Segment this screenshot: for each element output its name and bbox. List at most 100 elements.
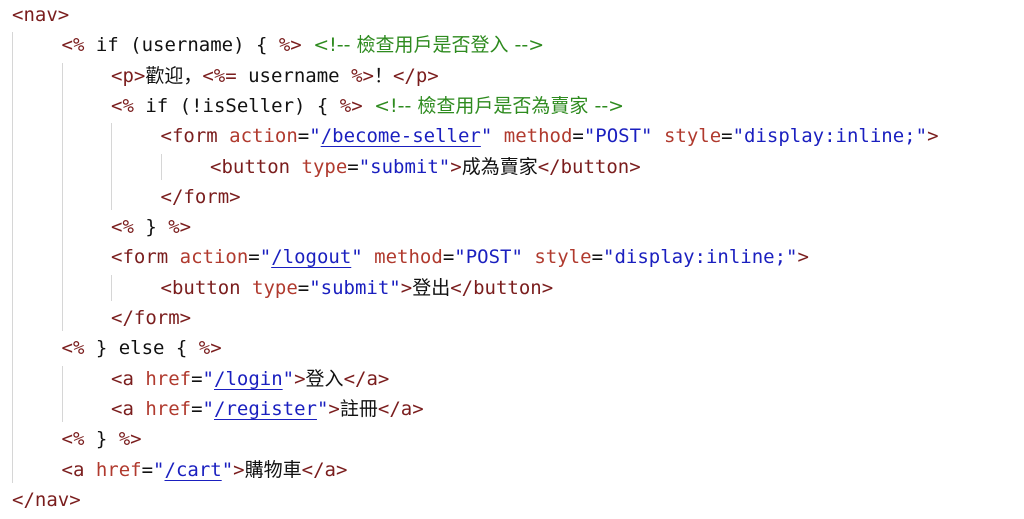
code-token-attr: style bbox=[663, 125, 722, 148]
code-token-ejs: %> bbox=[339, 94, 363, 117]
code-token-url: /login bbox=[214, 367, 283, 390]
code-editor[interactable]: <nav> <% if (username) { %> <!-- 檢查用戶是否登入… bbox=[0, 0, 1024, 519]
code-token-tag: > bbox=[927, 125, 939, 148]
code-token-tag: </a> bbox=[301, 458, 348, 481]
code-token-val: "submit" bbox=[358, 155, 451, 178]
code-token-txt: ！ bbox=[373, 64, 393, 87]
code-token-op bbox=[652, 125, 663, 147]
code-token-tag: <button bbox=[210, 155, 302, 178]
code-token-url: /register bbox=[214, 397, 317, 420]
indent-guide bbox=[111, 123, 112, 211]
indent-guide bbox=[61, 62, 63, 332]
code-token-op: if (!isSeller) { bbox=[133, 94, 340, 117]
code-line: <form action="/become-seller" method="PO… bbox=[161, 121, 939, 151]
code-line: <% } %> bbox=[111, 212, 191, 242]
code-token-op: = bbox=[297, 276, 310, 299]
code-token-txt: 成為賣家 bbox=[461, 155, 538, 178]
code-token-op: = bbox=[572, 125, 584, 148]
code-token-tag: </form> bbox=[111, 307, 192, 329]
code-token-val: "submit" bbox=[309, 276, 401, 299]
code-token-attr: style bbox=[534, 246, 592, 269]
code-token-ejs: %> bbox=[118, 428, 142, 451]
code-line: <% } else { %> bbox=[62, 333, 222, 363]
code-token-url: /logout bbox=[271, 246, 352, 269]
code-token-tag: </a> bbox=[343, 367, 390, 390]
code-line: </form> bbox=[161, 182, 241, 212]
code-token-op bbox=[492, 125, 503, 147]
code-token-op bbox=[363, 246, 374, 268]
code-token-tag: </a> bbox=[377, 397, 424, 420]
code-token-tag: > bbox=[328, 397, 340, 420]
code-token-tag: > bbox=[294, 367, 306, 390]
code-line: <a href="/cart">購物車</a> bbox=[62, 455, 348, 485]
code-token-val: " bbox=[316, 397, 329, 420]
code-token-tag: <a bbox=[61, 458, 96, 481]
code-token-op: username bbox=[236, 64, 352, 87]
code-token-attr: action bbox=[229, 125, 298, 148]
code-line: </form> bbox=[111, 303, 191, 333]
code-token-ejs: %> bbox=[278, 34, 302, 57]
code-token-op bbox=[523, 246, 534, 268]
code-line: <nav> bbox=[12, 0, 69, 30]
code-token-val: " bbox=[480, 125, 493, 148]
code-token-attr: action bbox=[179, 246, 249, 269]
code-token-ejs: %> bbox=[351, 64, 374, 87]
code-line: </nav> bbox=[12, 485, 81, 515]
code-token-tag: </nav> bbox=[12, 488, 81, 511]
code-token-val: "display:inline;" bbox=[732, 125, 928, 148]
code-token-txt: 歡迎， bbox=[145, 64, 203, 87]
code-token-tag: </p> bbox=[392, 64, 439, 87]
code-line: <% } %> bbox=[62, 424, 142, 454]
code-token-attr: type bbox=[301, 155, 348, 178]
code-token-ejs: <% bbox=[61, 428, 85, 451]
code-token-ejs: %> bbox=[198, 337, 222, 360]
code-token-val: "POST" bbox=[583, 125, 653, 148]
code-token-ejs: <% bbox=[61, 34, 85, 57]
code-token-tag: </form> bbox=[160, 185, 241, 208]
code-line: <a href="/register">註冊</a> bbox=[111, 394, 424, 424]
code-token-op bbox=[302, 34, 313, 56]
code-line: <% if (username) { %> <!-- 檢查用戶是否登入 --> bbox=[62, 30, 545, 60]
code-token-val: " bbox=[309, 125, 321, 148]
code-token-op: = bbox=[442, 246, 455, 269]
indent-guide bbox=[61, 365, 63, 423]
code-token-txt: 登出 bbox=[412, 276, 451, 299]
code-token-op: } bbox=[84, 428, 119, 451]
code-token-attr: href bbox=[145, 397, 192, 420]
code-token-cm: <!-- 檢查用戶是否為賣家 --> bbox=[374, 94, 625, 117]
code-token-val: " bbox=[282, 367, 295, 390]
code-token-op: = bbox=[191, 397, 203, 420]
code-token-attr: href bbox=[145, 367, 192, 390]
code-token-op: = bbox=[297, 125, 310, 148]
code-token-txt: 登入 bbox=[305, 367, 344, 390]
code-token-val: "POST" bbox=[454, 246, 523, 269]
code-token-cm: <!-- 檢查用戶是否登入 --> bbox=[313, 34, 545, 57]
code-line: <form action="/logout" method="POST" sty… bbox=[111, 242, 809, 272]
code-token-val: " bbox=[259, 246, 272, 269]
code-line: <% if (!isSeller) { %> <!-- 檢查用戶是否為賣家 --… bbox=[111, 91, 624, 121]
code-token-tag: </button> bbox=[450, 276, 554, 299]
code-token-tag: > bbox=[400, 276, 413, 299]
code-token-tag: > bbox=[233, 458, 245, 481]
code-token-tag: <form bbox=[160, 125, 230, 148]
indent-guide bbox=[111, 274, 112, 301]
code-token-op: = bbox=[141, 458, 154, 481]
code-token-op bbox=[363, 95, 374, 117]
code-token-tag: <nav> bbox=[12, 4, 70, 26]
code-token-op: = bbox=[721, 125, 733, 148]
code-token-val: " bbox=[202, 397, 214, 420]
code-token-ejs: %> bbox=[168, 216, 192, 239]
code-token-op: = bbox=[248, 246, 260, 269]
code-token-val: " bbox=[202, 367, 214, 390]
code-token-op: } else { bbox=[84, 337, 199, 360]
code-token-val: " bbox=[153, 458, 165, 481]
code-line: <p>歡迎，<%= username %>！</p> bbox=[111, 61, 439, 91]
code-token-attr: method bbox=[374, 246, 443, 269]
code-line: <button type="submit">登出</button> bbox=[161, 273, 554, 303]
code-token-val: " bbox=[221, 458, 234, 481]
code-token-val: "display:inline;" bbox=[603, 246, 798, 269]
code-line: <button type="submit">成為賣家</button> bbox=[210, 152, 641, 182]
code-token-op: if (username) { bbox=[84, 34, 279, 57]
code-token-op: = bbox=[191, 367, 203, 390]
code-token-tag: <a bbox=[111, 397, 146, 420]
